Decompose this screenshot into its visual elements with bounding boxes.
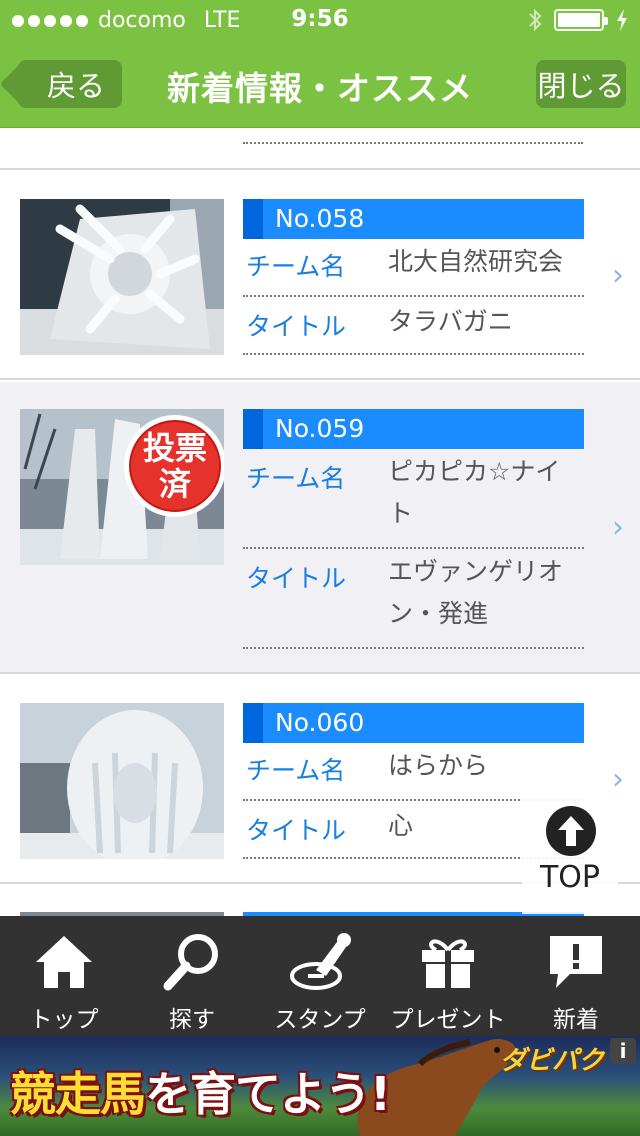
title-value: タラバガニ [388,307,513,336]
chevron-right-icon: › [612,762,624,797]
tab-label: スタンプ [274,1007,366,1033]
scroll-top-label: TOP [539,860,601,895]
team-row: チーム名 ピカピカ☆ナイト [243,449,584,549]
charging-icon [617,9,627,31]
team-row: チーム名 はらから [243,743,584,801]
tab-search[interactable]: 探す [128,916,256,1036]
title-key: タイトル [246,816,347,845]
search-icon [163,934,218,991]
entry-number: No.058 [243,199,584,239]
voted-badge: 投票済 [124,415,224,517]
chevron-right-icon: › [612,510,624,545]
tab-bar: トップ 探す スタンプ プレゼント 新着 [0,916,640,1036]
list-item-059[interactable]: 投票済 No.059 チーム名 ピカピカ☆ナイト タイトル エヴァンゲリオン・発… [0,382,640,674]
tab-news[interactable]: 新着 [512,916,640,1036]
ad-headline-2: を育てよう! [145,1067,391,1121]
snow-sculpture-thumbnail [20,703,224,859]
arrow-up-icon [546,806,596,856]
snow-sculpture-thumbnail: 投票済 [20,409,224,565]
tab-stamp[interactable]: スタンプ [256,916,384,1036]
team-value: はらから [388,751,489,780]
app: docomo LTE 9:56 戻る 新着情報・オススメ 閉じる No.058 … [0,0,640,1136]
title-key: タイトル [246,564,347,593]
bluetooth-icon [529,8,542,32]
list-item-058[interactable]: No.058 チーム名 北大自然研究会 タイトル タラバガニ › [0,172,640,380]
ad-headline-1: 競走馬 [10,1067,146,1121]
title-row: タイトル エヴァンゲリオン・発進 [243,549,584,649]
tab-label: トップ [29,1007,99,1033]
tab-top[interactable]: トップ [0,916,128,1036]
ad-logo: ダビパク [499,1046,604,1076]
team-key: チーム名 [246,756,346,785]
home-icon [36,936,92,988]
status-bar: docomo LTE 9:56 [0,0,640,40]
gift-icon [422,939,474,988]
status-right [528,8,628,32]
tab-label: プレゼント [390,1007,506,1033]
team-key: チーム名 [246,464,346,493]
scroll-top-button[interactable]: TOP [522,798,618,914]
tab-label: 新着 [553,1007,599,1033]
title-key: タイトル [246,312,347,341]
title-value: エヴァンゲリオン・発進 [388,557,564,628]
battery-icon [554,9,608,31]
info-icon[interactable]: i [610,1038,636,1064]
ad-headline: 競走馬を育てよう! [10,1058,391,1124]
entry-number: No.060 [243,703,584,743]
team-key: チーム名 [246,252,346,281]
entry-list[interactable]: No.058 チーム名 北大自然研究会 タイトル タラバガニ › 投票済 No.… [0,128,640,916]
team-value: 北大自然研究会 [388,247,564,276]
ad-banner[interactable]: 競走馬を育てよう! ダビパク i [0,1036,640,1136]
news-bubble-icon [550,936,602,988]
title-row: タイトル タラバガニ [243,297,584,355]
snow-sculpture-thumbnail [20,199,224,355]
tab-present[interactable]: プレゼント [384,916,512,1036]
close-button[interactable]: 閉じる [536,60,626,108]
team-row: チーム名 北大自然研究会 [243,239,584,297]
tab-label: 探す [169,1007,215,1033]
team-value: ピカピカ☆ナイト [388,457,561,528]
chevron-right-icon: › [612,258,624,293]
stamp-icon [290,933,351,990]
entry-number: No.059 [243,409,584,449]
list-item-partial [0,128,640,170]
voted-badge-text: 投票済 [142,429,207,503]
nav-bar: 戻る 新着情報・オススメ 閉じる [0,40,640,128]
